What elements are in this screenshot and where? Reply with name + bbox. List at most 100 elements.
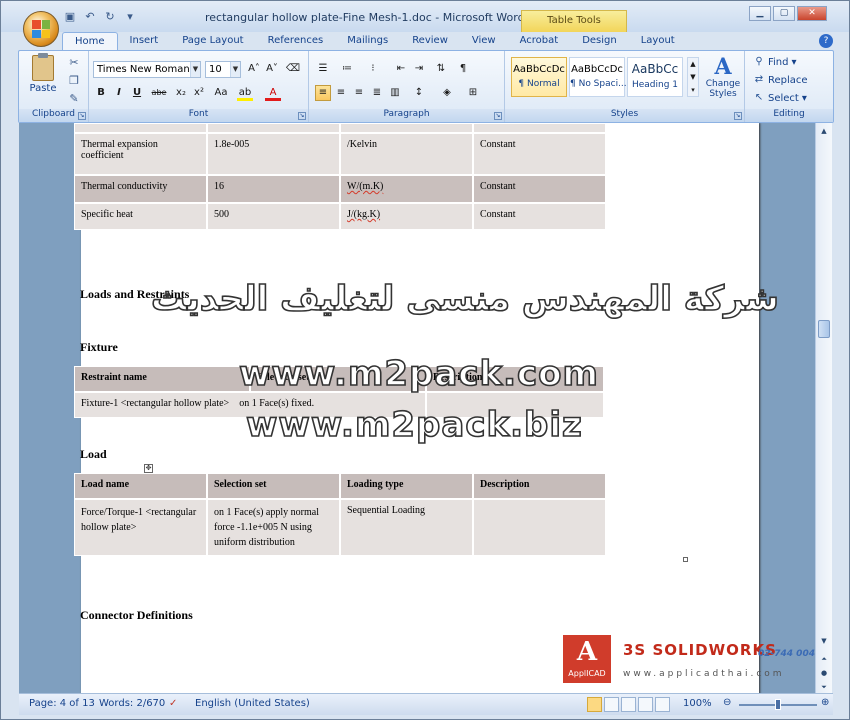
table-resize-handle[interactable]	[683, 557, 688, 562]
minimize-button[interactable]: ▁	[749, 6, 771, 21]
style-name: ¶ Normal	[518, 79, 560, 89]
tab-home[interactable]: Home	[62, 32, 118, 50]
tab-mailings[interactable]: Mailings	[335, 32, 400, 50]
customize-icon[interactable]: ▾	[123, 10, 137, 23]
italic-button[interactable]: I	[111, 85, 127, 101]
grow-font-icon[interactable]: A˄	[246, 61, 262, 77]
word-count[interactable]: Words: 2/670	[99, 698, 165, 709]
clipboard-launcher-icon[interactable]: ↘	[78, 112, 86, 120]
format-painter-icon[interactable]: ✎	[67, 92, 81, 106]
full-screen-reading-icon[interactable]	[604, 697, 619, 712]
tab-layout[interactable]: Layout	[629, 32, 687, 50]
tab-insert[interactable]: Insert	[118, 32, 171, 50]
increase-indent-icon[interactable]: ⇥	[411, 61, 427, 77]
style-normal[interactable]: AaBbCcDc ¶ Normal	[511, 57, 567, 97]
web-layout-icon[interactable]	[621, 697, 636, 712]
table-header-cell: Description	[473, 473, 606, 499]
tab-view[interactable]: View	[460, 32, 508, 50]
save-icon[interactable]: ▣	[63, 10, 77, 23]
align-center-icon[interactable]: ≡	[333, 85, 349, 101]
paste-icon	[32, 53, 54, 81]
zoom-level[interactable]: 100%	[683, 698, 712, 709]
shrink-font-icon[interactable]: A˅	[264, 61, 280, 77]
scroll-up-icon[interactable]: ▲	[818, 125, 830, 137]
style-no-spacing[interactable]: AaBbCcDc ¶ No Spaci...	[569, 57, 627, 97]
table-cell: Constant	[473, 175, 606, 203]
next-page-icon[interactable]: ⏷	[818, 681, 830, 693]
clear-formatting-icon[interactable]: ⌫	[285, 61, 301, 77]
font-color-icon[interactable]: A	[265, 85, 281, 101]
justify-icon[interactable]: ≣	[369, 85, 385, 101]
highlight-icon[interactable]: ab	[237, 85, 253, 101]
tab-references[interactable]: References	[256, 32, 336, 50]
zoom-out-icon[interactable]: ⊖	[723, 697, 731, 708]
line-spacing-icon[interactable]: ↕	[411, 85, 427, 101]
font-name-combo[interactable]: Times New Roman ▼	[93, 61, 201, 78]
quick-access-toolbar: ▣ ↶ ↻ ▾	[63, 10, 137, 23]
decrease-indent-icon[interactable]: ⇤	[393, 61, 409, 77]
change-case-button[interactable]: Aa	[211, 85, 231, 101]
office-logo-icon	[32, 20, 50, 38]
connector-heading: Connector Definitions	[80, 608, 193, 622]
style-heading-1[interactable]: AaBbCc Heading 1	[627, 57, 683, 97]
styles-scroll-icon[interactable]: ▲ ▼ ▾	[687, 57, 699, 97]
print-layout-icon[interactable]	[587, 697, 602, 712]
replace-button[interactable]: ⇄ Replace	[753, 74, 808, 86]
tab-review[interactable]: Review	[400, 32, 460, 50]
scroll-down-icon[interactable]: ▼	[818, 635, 830, 647]
show-formatting-icon[interactable]: ¶	[455, 61, 471, 77]
tab-acrobat[interactable]: Acrobat	[508, 32, 571, 50]
paste-button[interactable]: Paste	[25, 53, 61, 99]
zoom-slider-handle[interactable]	[775, 699, 781, 710]
shading-icon[interactable]: ◈	[439, 85, 455, 101]
distribute-icon[interactable]: ▥	[387, 85, 403, 101]
sort-icon[interactable]: ⇅	[433, 61, 449, 77]
underline-button[interactable]: U	[129, 85, 145, 101]
browse-object-icon[interactable]: ●	[818, 667, 830, 679]
close-button[interactable]: ✕	[797, 6, 827, 21]
table-cell: Sequential Loading	[340, 499, 473, 556]
help-icon[interactable]: ?	[819, 34, 833, 48]
proofing-icon[interactable]: ✓	[169, 698, 177, 709]
outline-icon[interactable]	[638, 697, 653, 712]
subscript-button[interactable]: x₂	[173, 85, 189, 101]
language-indicator[interactable]: English (United States)	[195, 698, 310, 709]
scrollbar-thumb[interactable]	[818, 320, 830, 338]
redo-icon[interactable]: ↻	[103, 10, 117, 23]
office-button[interactable]	[23, 11, 59, 47]
find-button[interactable]: ⚲ Find ▾	[753, 56, 796, 68]
align-left-icon[interactable]: ≡	[315, 85, 331, 101]
copy-icon[interactable]: ❐	[67, 74, 81, 88]
load-table: Load name Selection set Loading type Des…	[74, 473, 606, 556]
font-size-combo[interactable]: 10 ▼	[205, 61, 241, 78]
status-bar: Page: 4 of 13 Words: 2/670 ✓ English (Un…	[19, 693, 833, 715]
select-button[interactable]: ↖ Select ▾	[753, 92, 807, 104]
multilevel-list-icon[interactable]: ⁝	[365, 61, 381, 77]
change-styles-button[interactable]: A Change Styles	[703, 55, 743, 99]
borders-icon[interactable]: ⊞	[465, 85, 481, 101]
table-move-handle[interactable]: ✥	[144, 464, 153, 473]
tab-design[interactable]: Design	[570, 32, 629, 50]
cell-text: J/(kg.K)	[347, 209, 381, 220]
bold-button[interactable]: B	[93, 85, 109, 101]
undo-icon[interactable]: ↶	[83, 10, 97, 23]
numbering-icon[interactable]: ≔	[339, 61, 355, 77]
change-styles-icon: A	[714, 54, 732, 80]
paragraph-launcher-icon[interactable]: ↘	[494, 112, 502, 120]
align-right-icon[interactable]: ≡	[351, 85, 367, 101]
table-cell	[473, 123, 606, 133]
table-cell: on 1 Face(s) apply normal force -1.1e+00…	[207, 499, 340, 556]
page-indicator[interactable]: Page: 4 of 13	[29, 698, 95, 709]
zoom-in-icon[interactable]: ⊕	[821, 697, 829, 708]
previous-page-icon[interactable]: ⏶	[818, 653, 830, 665]
vertical-scrollbar[interactable]: ▲ ▼ ⏶ ● ⏷	[815, 123, 832, 693]
superscript-button[interactable]: x²	[191, 85, 207, 101]
cut-icon[interactable]: ✂	[67, 56, 81, 70]
styles-launcher-icon[interactable]: ↘	[734, 112, 742, 120]
draft-icon[interactable]	[655, 697, 670, 712]
tab-page-layout[interactable]: Page Layout	[170, 32, 255, 50]
bullets-icon[interactable]: ☰	[315, 61, 331, 77]
font-launcher-icon[interactable]: ↘	[298, 112, 306, 120]
maximize-button[interactable]: ▢	[773, 6, 795, 21]
strikethrough-button[interactable]: abe	[151, 85, 167, 101]
